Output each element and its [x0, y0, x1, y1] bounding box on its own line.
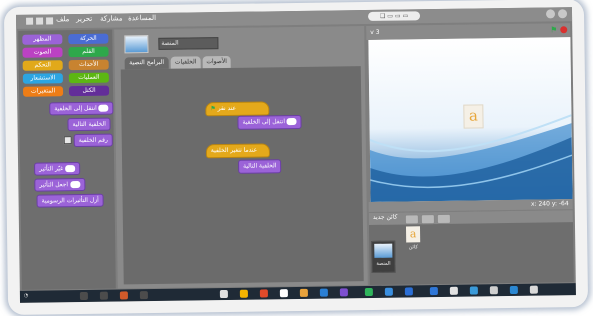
new-sprite-label: كائن جديد	[372, 213, 398, 221]
stop-icon[interactable]	[560, 26, 568, 34]
menu-file[interactable]: ملف	[56, 15, 69, 23]
value-input[interactable]	[65, 165, 76, 173]
taskbar-icon[interactable]	[139, 291, 148, 300]
block-set-effect[interactable]: اجعل التأثير	[34, 177, 86, 192]
sprite-a[interactable]: a	[463, 104, 484, 129]
choose-sprite-icon[interactable]	[420, 214, 435, 225]
sprite-panel-header: كائن جديد	[368, 210, 573, 225]
taskbar-icon[interactable]	[319, 288, 328, 297]
block-backdrop-number[interactable]: رقم الخلفية	[73, 133, 113, 148]
block-label: اجعل التأثير	[39, 181, 69, 189]
category-sound[interactable]: الصوت	[22, 47, 63, 58]
minimize-icon[interactable]	[545, 9, 556, 19]
block-label: عندما تتغير الخلفية	[210, 146, 258, 155]
script-area: المنصة البرامج النصية الخلفيات الأصوات ⚑…	[114, 26, 368, 289]
close-icon[interactable]	[557, 9, 568, 19]
taskbar-icon[interactable]	[529, 285, 538, 294]
category-sensing[interactable]: الاستشعار	[22, 73, 63, 84]
clock: ◔	[23, 292, 29, 299]
edit-icon[interactable]	[46, 17, 54, 25]
tab-sounds[interactable]: الأصوات	[202, 55, 231, 69]
block-palette: المظهر الحركة الصوت القلم التحكم الأحداث…	[18, 29, 116, 290]
taskbar-icon[interactable]	[364, 287, 373, 297]
version-label: v 3	[370, 28, 380, 36]
block-clear-effects[interactable]: أزل التأثيرات الرسومية	[36, 193, 104, 208]
stage[interactable]: a	[368, 37, 573, 202]
scripts-canvas[interactable]: ⚑ عند نقر انتقل إلى الخلفية عندما تتغير …	[120, 66, 364, 285]
block-label: عند نقر	[217, 104, 237, 113]
block-label: انتقل إلى الخلفية	[242, 118, 286, 126]
taskbar-icon[interactable]	[509, 285, 518, 295]
category-pen[interactable]: القلم	[68, 46, 109, 58]
value-input[interactable]	[69, 181, 81, 189]
category-looks[interactable]: المظهر	[22, 34, 63, 45]
block-next-backdrop[interactable]: الخلفية التالية	[67, 117, 111, 132]
taskbar-icon[interactable]	[259, 289, 268, 298]
category-events[interactable]: الأحداث	[68, 59, 109, 71]
category-control[interactable]: التحكم	[22, 60, 63, 71]
stage-thumb-label: المنصة	[376, 260, 391, 267]
sprite-name-field[interactable]: المنصة	[158, 37, 219, 50]
sprite-thumb-label: كائن	[408, 244, 418, 251]
photo-frame: ملف تحرير مشاركة المساعدة ❑ ▭ ▭ ▭ المظهر…	[3, 0, 589, 316]
taskbar-icon[interactable]	[404, 287, 413, 296]
sprite-thumbnail-a[interactable]: a كائن	[405, 226, 423, 258]
block-label: انتقل إلى الخلفية	[54, 104, 97, 113]
switch-backdrop-block[interactable]: انتقل إلى الخلفية	[237, 114, 303, 130]
taskbar-icon[interactable]	[219, 289, 228, 299]
sprite-thumbnail	[124, 35, 149, 54]
next-backdrop-block[interactable]: الخلفية التالية	[238, 159, 282, 174]
menu-help[interactable]: المساعدة	[128, 14, 156, 22]
block-switch-backdrop[interactable]: انتقل إلى الخلفية	[49, 101, 114, 116]
green-flag-icon[interactable]: ⚑	[550, 25, 557, 34]
tab-backdrops[interactable]: الخلفيات	[170, 56, 201, 69]
taskbar-icon[interactable]	[384, 287, 393, 296]
menu-share[interactable]: مشاركة	[100, 14, 123, 22]
category-operators[interactable]: العمليات	[68, 72, 109, 84]
taskbar-icon[interactable]	[299, 288, 308, 297]
block-label: غيّر التأثير	[39, 165, 64, 173]
taskbar-icon[interactable]	[469, 286, 478, 295]
scratch-window: ملف تحرير مشاركة المساعدة ❑ ▭ ▭ ▭ المظهر…	[15, 7, 576, 303]
when-flag-clicked-block[interactable]: ⚑ عند نقر	[205, 101, 270, 117]
sprite-thumb-image: a	[405, 226, 421, 243]
taskbar-icon[interactable]	[339, 288, 348, 297]
sprite-panel: كائن جديد المنصة a كائن	[368, 210, 574, 285]
category-variables[interactable]: المتغيرات	[22, 86, 64, 97]
tab-scripts[interactable]: البرامج النصية	[124, 56, 169, 70]
taskbar-icon[interactable]	[79, 291, 88, 301]
taskbar-icon[interactable]	[449, 286, 458, 295]
taskbar-icon[interactable]	[239, 289, 248, 298]
taskbar-icon[interactable]	[99, 291, 108, 300]
checkbox[interactable]	[63, 136, 72, 145]
upload-sprite-icon[interactable]	[436, 213, 451, 225]
green-flag-icon: ⚑	[210, 105, 216, 113]
paint-sprite-icon[interactable]	[404, 214, 419, 225]
search-box[interactable]: ❑ ▭ ▭ ▭	[367, 11, 421, 21]
stage-thumbnail[interactable]: المنصة	[371, 240, 396, 273]
taskbar-icon[interactable]	[279, 289, 288, 298]
dropdown[interactable]	[98, 104, 109, 112]
palette-blocks: انتقل إلى الخلفية الخلفية التالية رقم ال…	[23, 101, 114, 208]
menu-edit[interactable]: تحرير	[76, 15, 92, 23]
category-motion[interactable]: الحركة	[68, 33, 109, 45]
taskbar-icon[interactable]	[429, 287, 438, 296]
globe-icon[interactable]	[26, 17, 34, 25]
stage-thumb-image	[374, 243, 393, 258]
taskbar-icon[interactable]	[119, 291, 128, 300]
when-backdrop-switches-block[interactable]: عندما تتغير الخلفية	[205, 143, 271, 159]
category-more-blocks[interactable]: الكتل	[68, 85, 110, 97]
category-list: المظهر الحركة الصوت القلم التحكم الأحداث…	[22, 33, 111, 99]
taskbar-icon[interactable]	[489, 286, 498, 295]
dropdown[interactable]	[286, 117, 298, 126]
block-change-effect[interactable]: غيّر التأثير	[34, 162, 81, 176]
file-icon[interactable]	[36, 17, 44, 25]
